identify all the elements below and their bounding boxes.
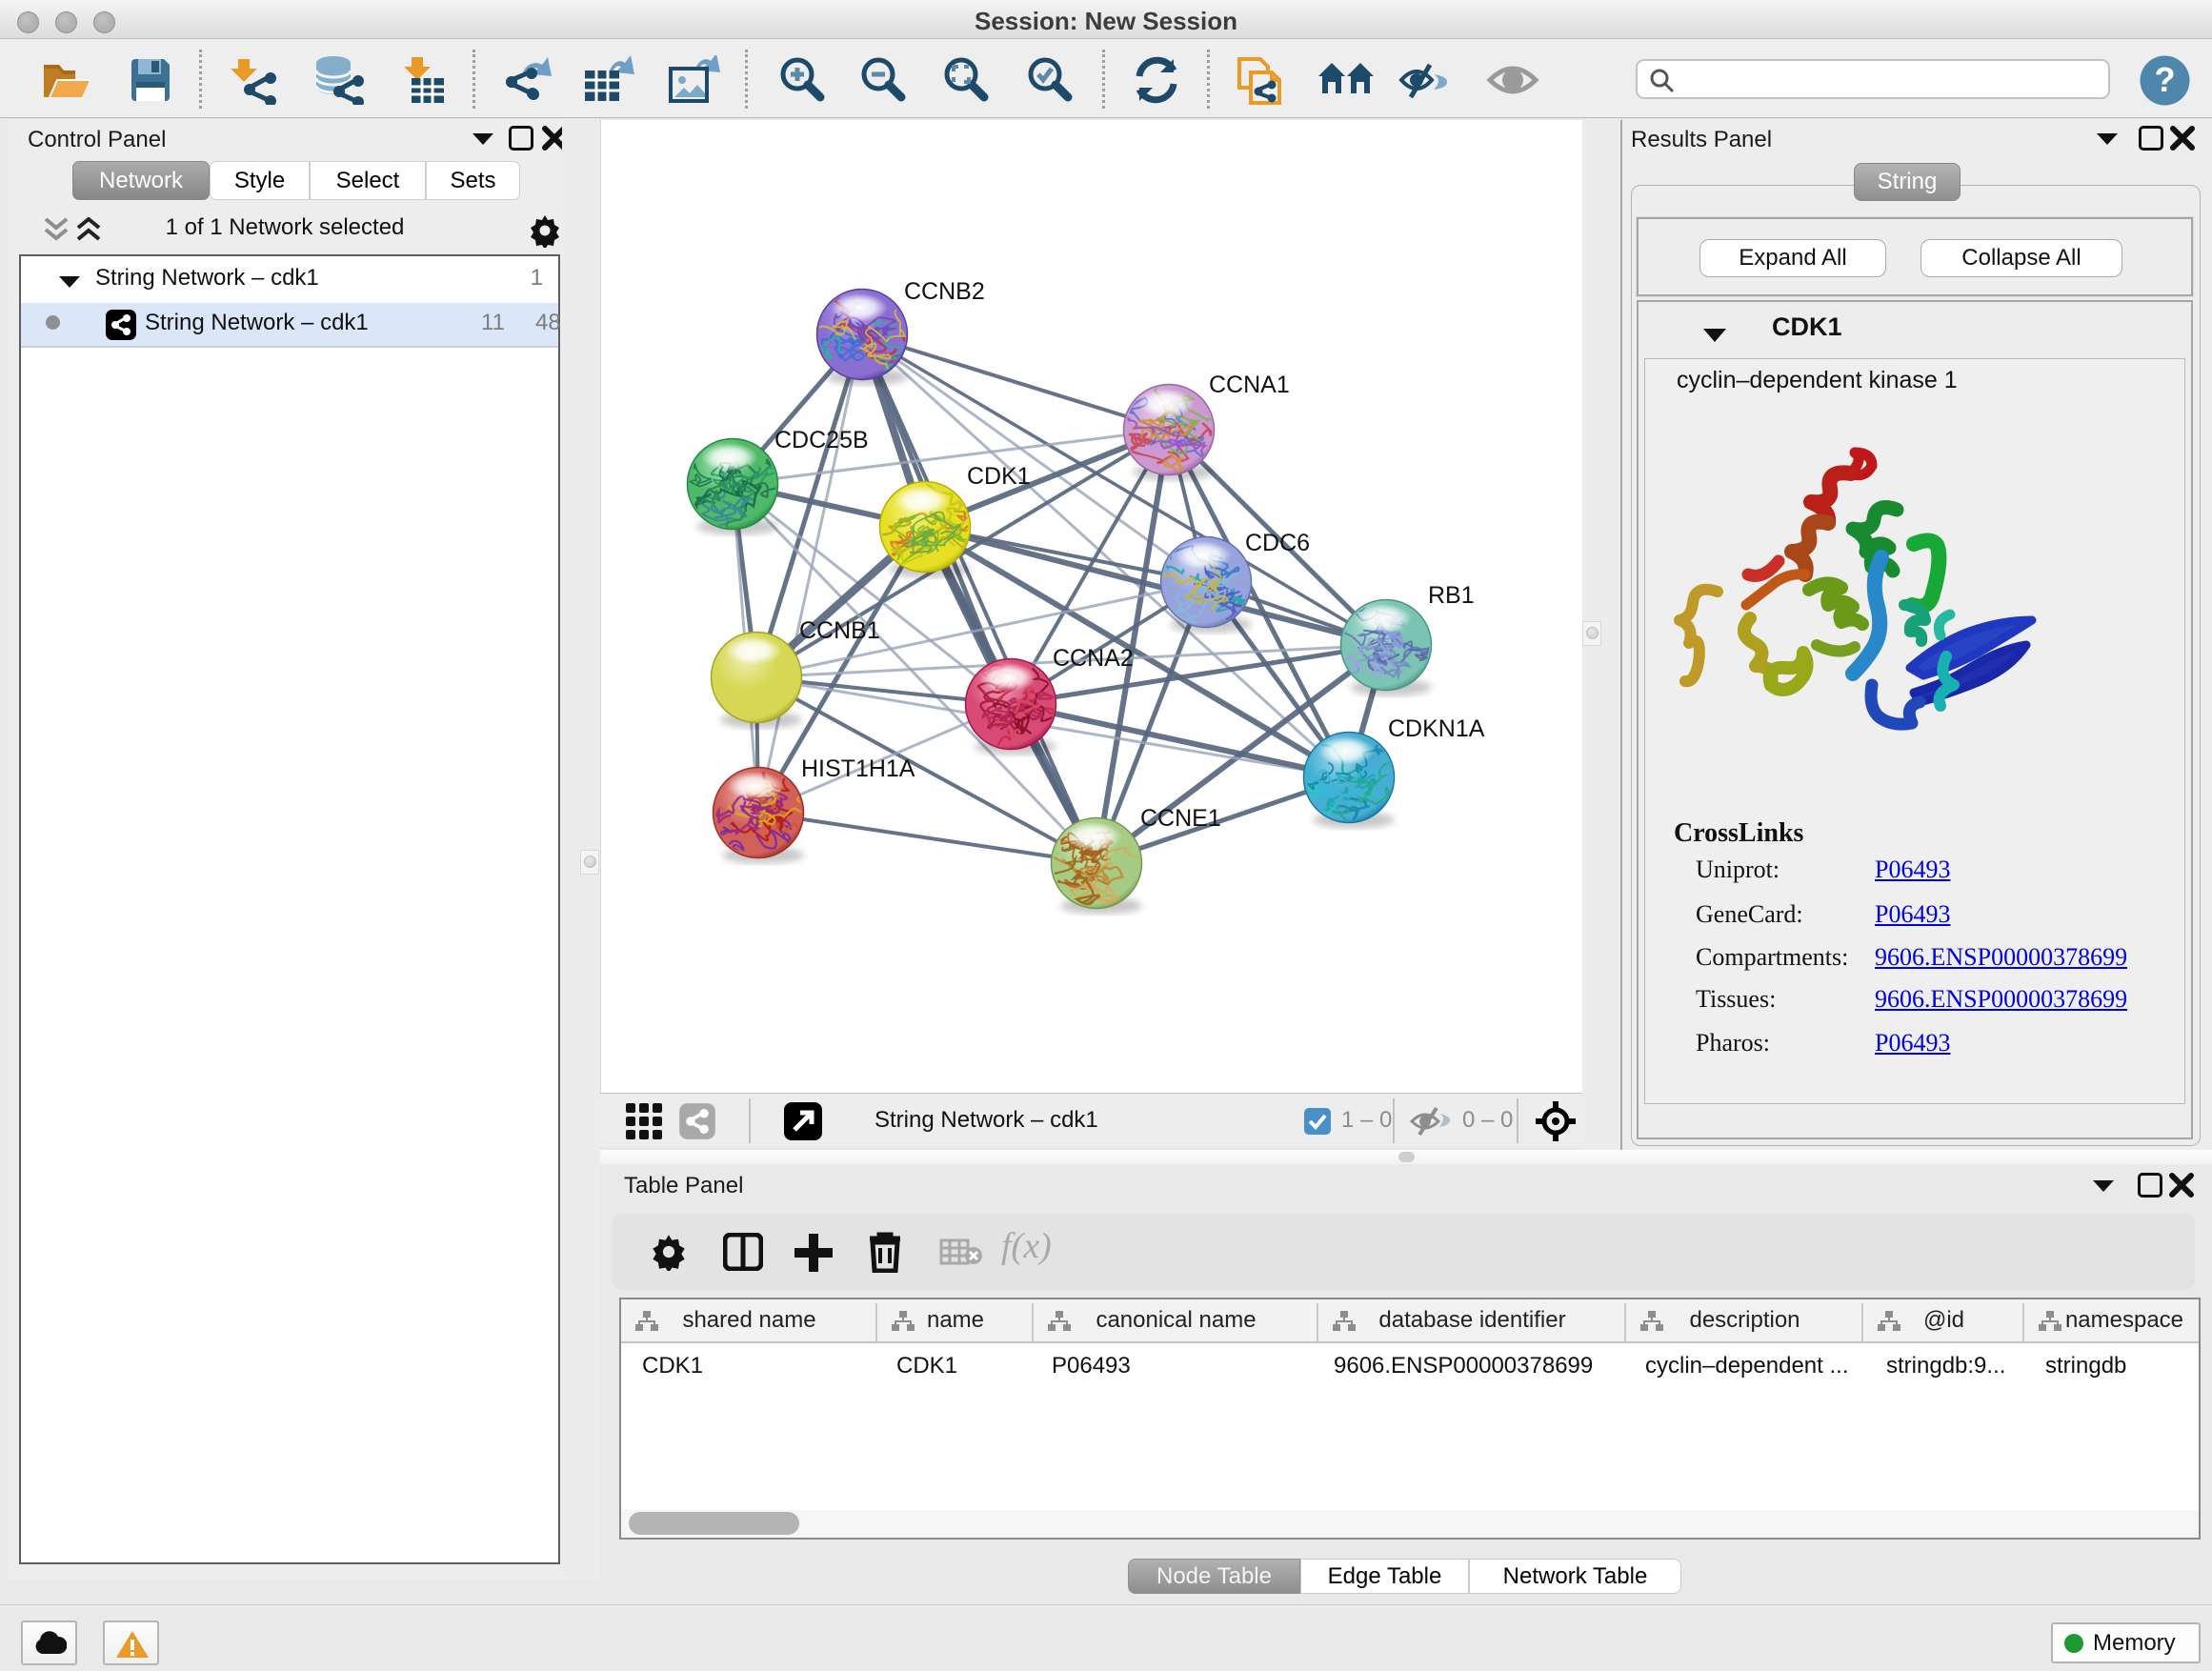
svg-text:CDC6: CDC6: [1245, 530, 1310, 556]
svg-text:CDK1: CDK1: [967, 463, 1031, 490]
svg-text:CCNB2: CCNB2: [904, 278, 985, 305]
svg-text:CCNE1: CCNE1: [1140, 805, 1221, 832]
svg-text:HIST1H1A: HIST1H1A: [801, 755, 915, 782]
svg-text:RB1: RB1: [1428, 582, 1475, 609]
svg-text:?: ?: [2155, 60, 2176, 99]
svg-text:CCNA2: CCNA2: [1053, 645, 1134, 672]
svg-text:CDKN1A: CDKN1A: [1388, 715, 1485, 742]
svg-text:CDC25B: CDC25B: [774, 427, 869, 453]
svg-text:CCNA1: CCNA1: [1209, 372, 1290, 398]
svg-text:CCNB1: CCNB1: [799, 617, 880, 644]
